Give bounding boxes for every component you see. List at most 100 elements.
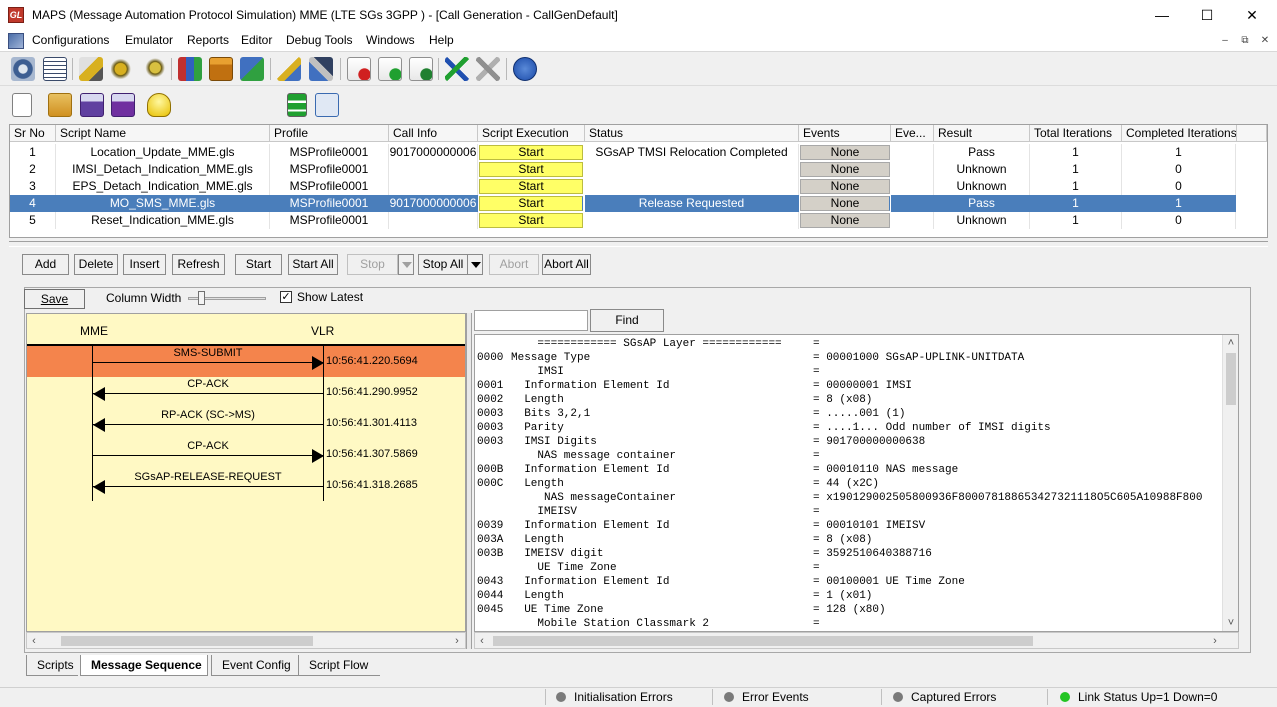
close-button[interactable]: ✕ xyxy=(1229,0,1275,30)
start-all-button[interactable]: Start All xyxy=(288,254,338,275)
cell-events[interactable]: None xyxy=(800,145,890,160)
cell-exec[interactable]: Start xyxy=(479,213,583,228)
scrollbar-thumb[interactable] xyxy=(61,636,313,646)
menu-debug-tools[interactable]: Debug Tools xyxy=(286,33,353,47)
decode-vertical-scrollbar[interactable]: ˄ ˅ xyxy=(1222,335,1238,631)
find-input[interactable] xyxy=(474,310,588,331)
vertical-layout-icon[interactable] xyxy=(287,93,307,117)
decode-line[interactable]: 0044 Length = 1 (x01) xyxy=(477,589,1222,603)
network-user-icon[interactable] xyxy=(240,57,264,81)
table-row[interactable]: 1 Location_Update_MME.gls MSProfile0001 901… xyxy=(10,144,1236,161)
decode-line[interactable]: 003B IMEISV digit = 3592510640388716 xyxy=(477,547,1222,561)
menu-configurations[interactable]: Configurations xyxy=(32,33,109,47)
decode-line[interactable]: 0002 Length = 8 (x08) xyxy=(477,393,1222,407)
decode-line[interactable]: UE Time Zone = xyxy=(477,561,1222,575)
cell-exec[interactable]: Start xyxy=(479,145,583,160)
table-row[interactable]: 2 IMSI_Detach_Indication_MME.gls MSProfile… xyxy=(10,161,1236,178)
link-arrow-icon[interactable] xyxy=(445,57,469,81)
scroll-right-icon[interactable]: › xyxy=(1208,633,1222,649)
decode-line[interactable]: 0003 Parity = ....1... Odd number of IMSI… xyxy=(477,421,1222,435)
gears-small-icon[interactable] xyxy=(142,57,166,81)
minimize-button[interactable]: — xyxy=(1139,0,1185,30)
find-button[interactable]: Find xyxy=(590,309,664,332)
menu-windows[interactable]: Windows xyxy=(366,33,415,47)
cell-events[interactable]: None xyxy=(800,179,890,194)
cell-events[interactable]: None xyxy=(800,213,890,228)
cell-exec[interactable]: Start xyxy=(479,179,583,194)
doc-d-icon[interactable] xyxy=(347,57,371,81)
cell-exec[interactable]: Start xyxy=(479,162,583,177)
decode-line[interactable]: IMEISV = xyxy=(477,505,1222,519)
menu-emulator[interactable]: Emulator xyxy=(125,33,173,47)
column-width-slider-thumb[interactable] xyxy=(198,291,205,305)
col-total-iterations[interactable]: Total Iterations xyxy=(1030,125,1122,142)
save-button[interactable]: Save xyxy=(24,289,85,309)
decode-line[interactable]: NAS messageContainer = x19012900250580093… xyxy=(477,491,1222,505)
save-icon[interactable] xyxy=(80,93,104,117)
scroll-down-icon[interactable]: ˅ xyxy=(1224,615,1238,631)
col-eve[interactable]: Eve... xyxy=(891,125,934,142)
save-as-icon[interactable] xyxy=(111,93,135,117)
decode-line[interactable]: 0043 Information Element Id = 00100001 UE… xyxy=(477,575,1222,589)
menu-editor[interactable]: Editor xyxy=(241,33,272,47)
tree-layout-icon[interactable] xyxy=(315,93,339,117)
decode-line[interactable]: 0039 Information Element Id = 00010101 IM… xyxy=(477,519,1222,533)
delete-button[interactable]: Delete xyxy=(74,254,118,275)
menu-reports[interactable]: Reports xyxy=(187,33,229,47)
col-status[interactable]: Status xyxy=(585,125,799,142)
scroll-up-icon[interactable]: ˄ xyxy=(1224,335,1238,351)
decode-line[interactable]: 000B Information Element Id = 00010110 NA… xyxy=(477,463,1222,477)
table-row[interactable]: 4 MO_SMS_MME.gls MSProfile0001 901700000000… xyxy=(10,195,1236,212)
table-row[interactable]: 3 EPS_Detach_Indication_MME.gls MSProfile0… xyxy=(10,178,1236,195)
abort-all-button[interactable]: Abort All xyxy=(542,254,591,275)
cell-events[interactable]: None xyxy=(800,162,890,177)
col-profile[interactable]: Profile xyxy=(270,125,389,142)
col-sr-no[interactable]: Sr No xyxy=(10,125,56,142)
table-row[interactable]: 5 Reset_Indication_MME.gls MSProfile0001 St… xyxy=(10,212,1236,229)
check-edit-icon[interactable] xyxy=(277,57,301,81)
mdi-restore-button[interactable]: ⧉ xyxy=(1238,34,1252,48)
vertical-splitter[interactable] xyxy=(466,313,472,649)
decode-line[interactable]: NAS message container = xyxy=(477,449,1222,463)
cell-exec[interactable]: Start xyxy=(479,196,583,211)
notebook-icon[interactable] xyxy=(43,57,67,81)
stop-all-dropdown[interactable] xyxy=(467,254,483,275)
decode-line[interactable]: 0000 Message Type = 00001000 SGsAP-UPLINK-… xyxy=(477,351,1222,365)
open-folder-icon[interactable] xyxy=(48,93,72,117)
decode-line[interactable]: 003A Length = 8 (x08) xyxy=(477,533,1222,547)
decode-line[interactable]: 0003 Bits 3,2,1 = .....001 (1) xyxy=(477,407,1222,421)
show-latest-checkbox[interactable]: ✓ xyxy=(280,291,292,303)
cell-events[interactable]: None xyxy=(800,196,890,211)
start-button[interactable]: Start xyxy=(235,254,282,275)
scrollbar-thumb[interactable] xyxy=(1226,353,1236,405)
books-icon[interactable] xyxy=(178,57,202,81)
disconnect-icon[interactable] xyxy=(476,57,500,81)
scrollbar-thumb[interactable] xyxy=(493,636,1033,646)
col-completed-iterations[interactable]: Completed Iterations xyxy=(1122,125,1237,142)
lightbulb-icon[interactable] xyxy=(147,93,171,117)
menu-help[interactable]: Help xyxy=(429,33,454,47)
briefcase-icon[interactable] xyxy=(209,57,233,81)
decode-line[interactable]: 0003 IMSI Digits = 901700000000638 xyxy=(477,435,1222,449)
stop-all-button[interactable]: Stop All xyxy=(418,254,468,275)
scroll-left-icon[interactable]: ‹ xyxy=(475,633,489,649)
decode-line[interactable]: 0045 UE Time Zone = 128 (x80) xyxy=(477,603,1222,617)
mdi-minimize-button[interactable]: – xyxy=(1218,34,1232,48)
abort-button[interactable]: Abort xyxy=(489,254,539,275)
tab-event-config[interactable]: Event Config xyxy=(211,655,303,676)
mdi-app-icon[interactable] xyxy=(8,33,24,49)
gears-icon[interactable] xyxy=(111,57,135,81)
stop-button[interactable]: Stop xyxy=(347,254,398,275)
decode-horizontal-scrollbar[interactable]: ‹ › xyxy=(474,632,1239,649)
help-icon[interactable] xyxy=(513,57,537,81)
col-result[interactable]: Result xyxy=(934,125,1030,142)
gear-icon[interactable] xyxy=(11,57,35,81)
stop-dropdown[interactable] xyxy=(398,254,414,275)
col-script-name[interactable]: Script Name xyxy=(56,125,270,142)
scroll-left-icon[interactable]: ‹ xyxy=(27,633,41,649)
decode-line[interactable]: IMSI = xyxy=(477,365,1222,379)
maximize-button[interactable]: ☐ xyxy=(1184,0,1230,30)
decode-line[interactable]: 0001 Information Element Id = 00000001 IM… xyxy=(477,379,1222,393)
refresh-button[interactable]: Refresh xyxy=(172,254,225,275)
col-script-execution[interactable]: Script Execution xyxy=(478,125,585,142)
